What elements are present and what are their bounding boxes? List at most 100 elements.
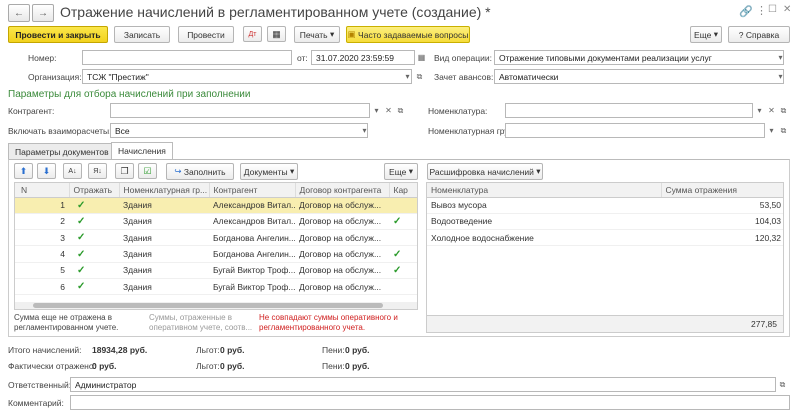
more-label: Еще	[694, 29, 712, 40]
mismatch-note: Не совпадают суммы оперативного и реглам…	[259, 313, 398, 332]
column-header-nomenclature[interactable]: Номенклатура	[427, 183, 662, 198]
column-header-card[interactable]: Кар	[389, 183, 417, 198]
group-field[interactable]	[505, 123, 765, 138]
arrow-up-icon[interactable]: ⬆	[14, 163, 33, 179]
comment-field[interactable]	[70, 395, 790, 410]
table-row[interactable]: 2 ✓ Здания Александров Витал... Договор …	[15, 213, 417, 231]
table-more-button[interactable]: Еще ▾	[384, 163, 418, 180]
cell-contract: Договор на обслуж...	[295, 229, 389, 247]
checkbox-reflect[interactable]: ✓	[77, 200, 85, 211]
print-button[interactable]: Печать ▾	[294, 26, 340, 43]
calendar-icon[interactable]: ▦	[415, 50, 428, 65]
settlement-field[interactable]: Все	[110, 123, 368, 138]
cell-contractor: Александров Витал...	[209, 213, 295, 231]
link-icon[interactable]: 🔗	[739, 5, 753, 18]
faq-label: Часто задаваемые вопросы	[358, 29, 469, 40]
sort-asc-icon[interactable]: A↓	[63, 163, 82, 179]
cell-contractor: Богданова Ангелин...	[209, 229, 295, 247]
open-icon[interactable]: ⧉	[777, 103, 790, 118]
print-label: Печать	[299, 29, 328, 40]
documents-button[interactable]: Документы ▾	[240, 163, 298, 180]
maximize-icon[interactable]: ☐	[768, 4, 777, 15]
cell-contractor: Бугай Виктор Троф...	[209, 262, 295, 279]
chevron-down-icon[interactable]: ▾	[358, 123, 371, 138]
more-button[interactable]: Еще ▾	[690, 26, 722, 43]
open-icon[interactable]: ⧉	[776, 377, 789, 392]
sort-desc-icon[interactable]: Я↓	[88, 163, 107, 179]
check-all-icon[interactable]: ☑	[138, 163, 157, 179]
copy-icon[interactable]: ❐	[115, 163, 134, 179]
save-button[interactable]: Записать	[114, 26, 170, 43]
organization-field[interactable]: ТСЖ "Престиж"	[82, 69, 412, 84]
cell-contract: Договор на обслуж...	[295, 262, 389, 279]
horizontal-scrollbar[interactable]	[15, 302, 417, 309]
accrued-label: Итого начислений:	[8, 345, 82, 355]
column-header-reflect[interactable]: Отражать	[69, 183, 120, 198]
column-header-n[interactable]: N	[15, 183, 70, 198]
fill-button[interactable]: ↪ Заполнить	[166, 163, 234, 180]
column-header-contractor[interactable]: Контрагент	[209, 183, 296, 198]
operation-field[interactable]: Отражение типовыми документами реализаци…	[494, 50, 784, 65]
table-row[interactable]: 5 ✓ Здания Бугай Виктор Троф... Договор …	[15, 262, 417, 279]
checkbox-reflect[interactable]: ✓	[77, 249, 85, 260]
structure-icon[interactable]: ▦	[267, 26, 286, 42]
help-icon: ?	[738, 29, 744, 40]
cell-group: Здания	[119, 229, 209, 247]
checkbox-reflect[interactable]: ✓	[77, 216, 85, 227]
column-header-group[interactable]: Номенклатурная гр...	[119, 183, 210, 198]
check-icon: ✓	[393, 264, 402, 276]
checkbox-reflect[interactable]: ✓	[77, 232, 85, 243]
chevron-down-icon[interactable]: ▾	[774, 69, 787, 84]
cell-group: Здания	[119, 197, 209, 214]
cell-nomenclature: Вывоз мусора	[427, 197, 661, 214]
faq-button[interactable]: ▣ Часто задаваемые вопросы	[346, 26, 470, 43]
date-field[interactable]: 31.07.2020 23:59:59	[311, 50, 415, 65]
tab-document-params[interactable]: Параметры документов	[8, 143, 116, 159]
cell-nomenclature: Холодное водоснабжение	[427, 229, 661, 247]
advance-field[interactable]: Автоматически	[494, 69, 784, 84]
checkbox-reflect[interactable]: ✓	[77, 265, 85, 276]
table-row[interactable]: Вывоз мусора 53,50	[427, 197, 783, 214]
cell-contract: Договор на обслуж...	[295, 197, 389, 214]
table-row[interactable]: 3 ✓ Здания Богданова Ангелин... Договор …	[15, 229, 417, 247]
benefits2-label: Льгот:	[196, 361, 220, 371]
tab-accruals[interactable]: Начисления	[111, 142, 173, 159]
row-number: 1	[15, 197, 69, 214]
contractor-field[interactable]	[110, 103, 370, 118]
table-row[interactable]: Холодное водоснабжение 120,32	[427, 229, 783, 247]
chevron-down-icon[interactable]: ▾	[774, 50, 787, 65]
table-row[interactable]: 6 ✓ Здания Бугай Виктор Троф... Договор …	[15, 278, 417, 296]
column-header-sum[interactable]: Сумма отражения	[661, 183, 783, 198]
chevron-down-icon: ▾	[713, 29, 718, 39]
accrued-value: 18934,28 руб.	[92, 345, 148, 355]
cell-contractor: Александров Витал...	[209, 197, 295, 214]
checkbox-reflect[interactable]: ✓	[77, 281, 85, 292]
nomenclature-field[interactable]	[505, 103, 753, 118]
breakdown-button[interactable]: Расшифровка начислений ▾	[427, 163, 543, 180]
table-row[interactable]: 1 ✓ Здания Александров Витал... Договор …	[15, 197, 417, 214]
post-and-close-button[interactable]: Провести и закрыть	[8, 26, 108, 43]
operation-label: Вид операции:	[434, 53, 492, 63]
table-row[interactable]: 4 ✓ Здания Богданова Ангелин... Договор …	[15, 245, 417, 263]
post-button[interactable]: Провести	[178, 26, 234, 43]
scrollbar-thumb[interactable]	[33, 303, 383, 308]
forward-button[interactable]: →	[32, 4, 54, 22]
not-reflected-note: Сумма еще не отражена в регламентированн…	[14, 313, 119, 332]
help-button[interactable]: ? Справка	[728, 26, 790, 43]
filter-section-title: Параметры для отбора начислений при запо…	[8, 89, 251, 100]
cell-contractor: Богданова Ангелин...	[209, 245, 295, 263]
menu-icon[interactable]: ⋮	[756, 4, 767, 17]
arrow-down-icon[interactable]: ⬇	[37, 163, 56, 179]
column-header-contract[interactable]: Договор контрагента	[295, 183, 390, 198]
fill-label: Заполнить	[183, 166, 226, 177]
cell-contract: Договор на обслуж...	[295, 213, 389, 231]
dt-kt-icon[interactable]: Дт	[243, 26, 262, 42]
open-icon[interactable]: ⧉	[777, 123, 790, 138]
number-field[interactable]	[82, 50, 292, 65]
open-icon[interactable]: ⧉	[413, 69, 426, 84]
open-icon[interactable]: ⧉	[394, 103, 407, 118]
responsible-field[interactable]: Администратор	[70, 377, 776, 392]
close-icon[interactable]: ✕	[783, 4, 791, 15]
back-button[interactable]: ←	[8, 4, 30, 22]
table-row[interactable]: Водоотведение 104,03	[427, 213, 783, 231]
